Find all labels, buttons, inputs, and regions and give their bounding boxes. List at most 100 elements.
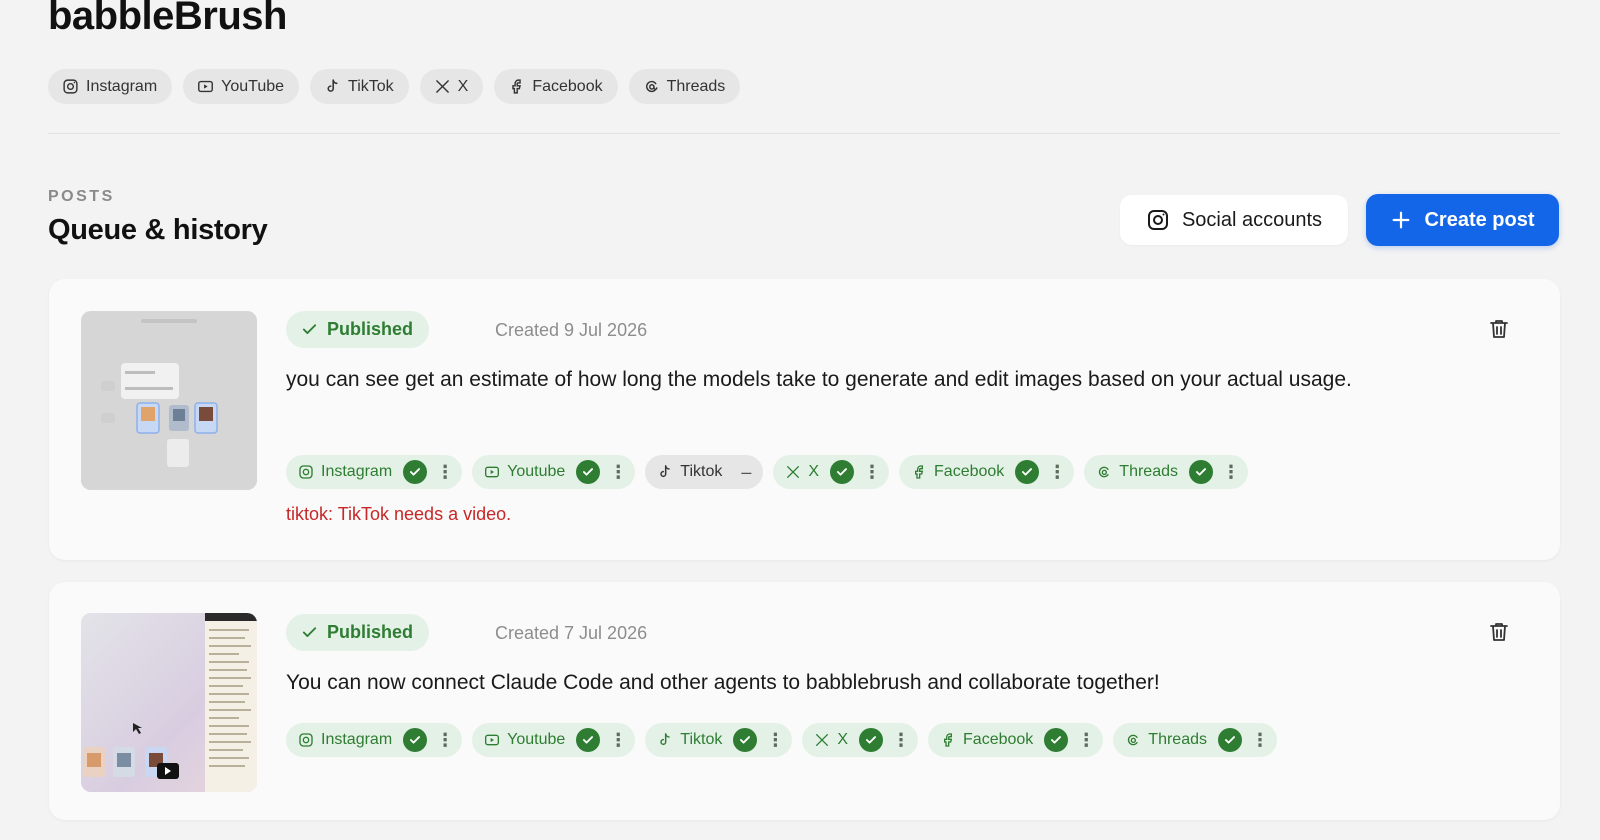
x-icon bbox=[787, 466, 800, 478]
error-message: tiktok: TikTok needs a video. bbox=[286, 504, 512, 524]
threads-icon bbox=[1128, 734, 1138, 746]
post-card: Published Created 7 Jul 2026 You can now… bbox=[49, 582, 1560, 820]
filter-youtube[interactable]: YouTube bbox=[183, 69, 300, 104]
success-check-icon bbox=[830, 460, 855, 484]
filter-tiktok[interactable]: TikTok bbox=[310, 69, 409, 104]
youtube-icon bbox=[198, 80, 214, 93]
plus-icon bbox=[1393, 211, 1410, 229]
threads-icon bbox=[1099, 466, 1109, 478]
success-check-icon bbox=[576, 460, 601, 484]
success-check-icon bbox=[1044, 728, 1069, 752]
created-date: Created 9 Jul 2026 bbox=[495, 320, 648, 340]
status-label: Published bbox=[327, 319, 414, 339]
platform-label: Instagram bbox=[321, 463, 393, 480]
filter-label: Threads bbox=[666, 77, 726, 95]
tiktok-icon bbox=[660, 733, 671, 746]
facebook-icon bbox=[944, 733, 953, 747]
app-title: babbleBrush bbox=[48, 0, 287, 38]
more-options-icon[interactable]: ⋮ bbox=[1075, 727, 1097, 753]
platform-label: Threads bbox=[1119, 463, 1178, 480]
platform-chip-youtube[interactable]: Youtube ⋮ bbox=[472, 723, 636, 757]
tiktok-icon bbox=[327, 79, 338, 92]
filter-facebook[interactable]: Facebook bbox=[494, 69, 618, 104]
divider bbox=[48, 133, 1560, 134]
trash-icon[interactable] bbox=[1487, 620, 1511, 644]
facebook-icon bbox=[512, 79, 522, 94]
more-options-icon[interactable]: ⋮ bbox=[764, 727, 786, 753]
platform-label: X bbox=[808, 463, 820, 480]
minus-icon: – bbox=[741, 462, 752, 482]
page-title: Queue & history bbox=[48, 214, 268, 246]
platform-chip-x[interactable]: X ⋮ bbox=[802, 723, 919, 757]
more-options-icon[interactable]: ⋮ bbox=[607, 459, 629, 485]
platform-status-row: Instagram ⋮ Youtube ⋮ Tiktok – X ⋮ Faceb… bbox=[286, 455, 1248, 489]
status-badge: Published bbox=[286, 614, 430, 651]
more-options-icon[interactable]: ⋮ bbox=[434, 459, 456, 485]
thumbnail-image bbox=[81, 613, 257, 792]
platform-label: Facebook bbox=[963, 731, 1034, 748]
created-date: Created 7 Jul 2026 bbox=[495, 623, 648, 643]
filter-label: YouTube bbox=[221, 77, 285, 95]
more-options-icon[interactable]: ⋮ bbox=[1046, 459, 1068, 485]
platform-chip-facebook[interactable]: Facebook ⋮ bbox=[928, 723, 1104, 757]
filter-label: Instagram bbox=[86, 77, 158, 95]
success-check-icon bbox=[733, 728, 758, 752]
platform-chip-tiktok[interactable]: Tiktok ⋮ bbox=[645, 723, 793, 757]
more-options-icon[interactable]: ⋮ bbox=[1220, 459, 1242, 485]
success-check-icon bbox=[1189, 460, 1213, 484]
status-label: Published bbox=[327, 622, 414, 642]
create-post-button[interactable]: Create post bbox=[1366, 194, 1559, 246]
platform-chip-instagram[interactable]: Instagram ⋮ bbox=[286, 723, 463, 757]
facebook-icon bbox=[915, 465, 924, 479]
check-icon bbox=[302, 627, 317, 637]
filter-label: TikTok bbox=[348, 77, 394, 95]
platform-chip-facebook[interactable]: Facebook ⋮ bbox=[899, 455, 1075, 489]
platform-chip-x[interactable]: X ⋮ bbox=[773, 455, 890, 489]
thumbnail-image bbox=[81, 311, 257, 490]
filter-threads[interactable]: Threads bbox=[628, 69, 741, 104]
threads-icon bbox=[645, 80, 658, 93]
platform-chip-instagram[interactable]: Instagram ⋮ bbox=[286, 455, 463, 489]
create-post-label: Create post bbox=[1424, 208, 1535, 231]
platform-chip-tiktok[interactable]: Tiktok – bbox=[645, 455, 764, 489]
platform-label: X bbox=[837, 731, 849, 748]
platform-label: Facebook bbox=[934, 463, 1005, 480]
platform-chip-youtube[interactable]: Youtube ⋮ bbox=[472, 455, 636, 489]
platform-label: Youtube bbox=[507, 463, 566, 480]
success-check-icon bbox=[1015, 460, 1040, 484]
tiktok-icon bbox=[660, 465, 671, 478]
instagram-icon bbox=[299, 465, 313, 479]
filter-instagram[interactable]: Instagram bbox=[48, 69, 173, 104]
more-options-icon[interactable]: ⋮ bbox=[861, 459, 883, 485]
social-accounts-label: Social accounts bbox=[1181, 208, 1323, 231]
success-check-icon bbox=[576, 728, 601, 752]
filter-label: Facebook bbox=[532, 77, 603, 95]
social-accounts-button[interactable]: Social accounts bbox=[1120, 195, 1348, 245]
platform-chip-threads[interactable]: Threads ⋮ bbox=[1113, 723, 1277, 757]
trash-icon[interactable] bbox=[1487, 317, 1511, 341]
post-thumbnail[interactable] bbox=[81, 613, 257, 792]
youtube-icon bbox=[485, 466, 500, 478]
platform-filter-row: Instagram YouTube TikTok X Facebook Thre… bbox=[48, 69, 741, 104]
post-thumbnail[interactable] bbox=[81, 311, 257, 490]
instagram-icon bbox=[1147, 210, 1168, 230]
x-icon bbox=[435, 80, 449, 93]
platform-chip-threads[interactable]: Threads ⋮ bbox=[1084, 455, 1248, 489]
more-options-icon[interactable]: ⋮ bbox=[890, 727, 912, 753]
success-check-icon bbox=[403, 460, 428, 484]
platform-label: Youtube bbox=[507, 731, 566, 748]
more-options-icon[interactable]: ⋮ bbox=[607, 727, 629, 753]
success-check-icon bbox=[403, 728, 428, 752]
filter-x[interactable]: X bbox=[419, 69, 484, 104]
success-check-icon bbox=[859, 728, 884, 752]
more-options-icon[interactable]: ⋮ bbox=[434, 727, 456, 753]
filter-label: X bbox=[457, 77, 469, 95]
post-card: Published Created 9 Jul 2026 you can see… bbox=[49, 279, 1560, 560]
instagram-icon bbox=[299, 733, 313, 747]
platform-status-row: Instagram ⋮ Youtube ⋮ Tiktok ⋮ X ⋮ Faceb… bbox=[286, 723, 1277, 757]
post-text: You can now connect Claude Code and othe… bbox=[286, 671, 1160, 694]
x-icon bbox=[816, 734, 829, 746]
section-label: POSTS bbox=[48, 188, 115, 205]
page: babbleBrush Instagram YouTube TikTok X F… bbox=[0, 0, 1600, 840]
more-options-icon[interactable]: ⋮ bbox=[1249, 727, 1271, 753]
